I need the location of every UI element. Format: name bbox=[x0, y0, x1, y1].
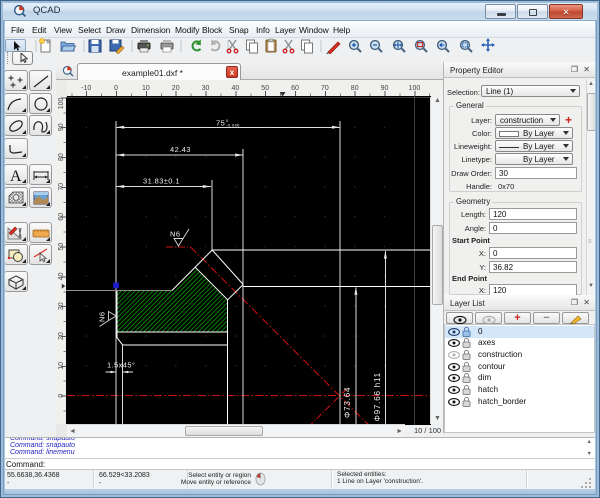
svg-text:100: 100 bbox=[58, 97, 65, 109]
svg-text:70: 70 bbox=[58, 183, 65, 191]
svg-text:N6: N6 bbox=[98, 312, 107, 322]
svg-text:70: 70 bbox=[321, 85, 329, 92]
svg-text:20: 20 bbox=[172, 85, 180, 92]
svg-text:40: 40 bbox=[58, 272, 65, 280]
svg-text:60: 60 bbox=[291, 85, 299, 92]
svg-text:30: 30 bbox=[202, 85, 210, 92]
svg-text:Φ73.64: Φ73.64 bbox=[343, 387, 352, 418]
svg-text:40: 40 bbox=[232, 85, 240, 92]
svg-text:10: 10 bbox=[58, 362, 65, 370]
svg-text:N6: N6 bbox=[170, 230, 180, 239]
svg-text:31.83±0.1: 31.83±0.1 bbox=[143, 177, 180, 186]
svg-text:50: 50 bbox=[58, 243, 65, 251]
svg-text:80: 80 bbox=[351, 85, 359, 92]
svg-text:-10: -10 bbox=[81, 85, 91, 92]
svg-text:60: 60 bbox=[58, 213, 65, 221]
svg-text:Φ97.66 h11: Φ97.66 h11 bbox=[373, 372, 382, 421]
svg-text:A: A bbox=[10, 168, 22, 185]
svg-text:30: 30 bbox=[58, 302, 65, 310]
svg-text:75: 75 bbox=[216, 119, 225, 128]
svg-text:100: 100 bbox=[409, 85, 421, 92]
svg-text:50: 50 bbox=[261, 85, 269, 92]
svg-text:0: 0 bbox=[58, 394, 65, 398]
svg-text:0: 0 bbox=[114, 85, 118, 92]
svg-text:10: 10 bbox=[142, 85, 150, 92]
svg-text:1.5x45°: 1.5x45° bbox=[107, 361, 135, 370]
svg-text:-0.046: -0.046 bbox=[226, 123, 240, 128]
svg-text:20: 20 bbox=[58, 332, 65, 340]
svg-text:80: 80 bbox=[58, 153, 65, 161]
svg-text:90: 90 bbox=[58, 123, 65, 131]
svg-text:90: 90 bbox=[381, 85, 389, 92]
svg-text:42.43: 42.43 bbox=[170, 145, 191, 154]
